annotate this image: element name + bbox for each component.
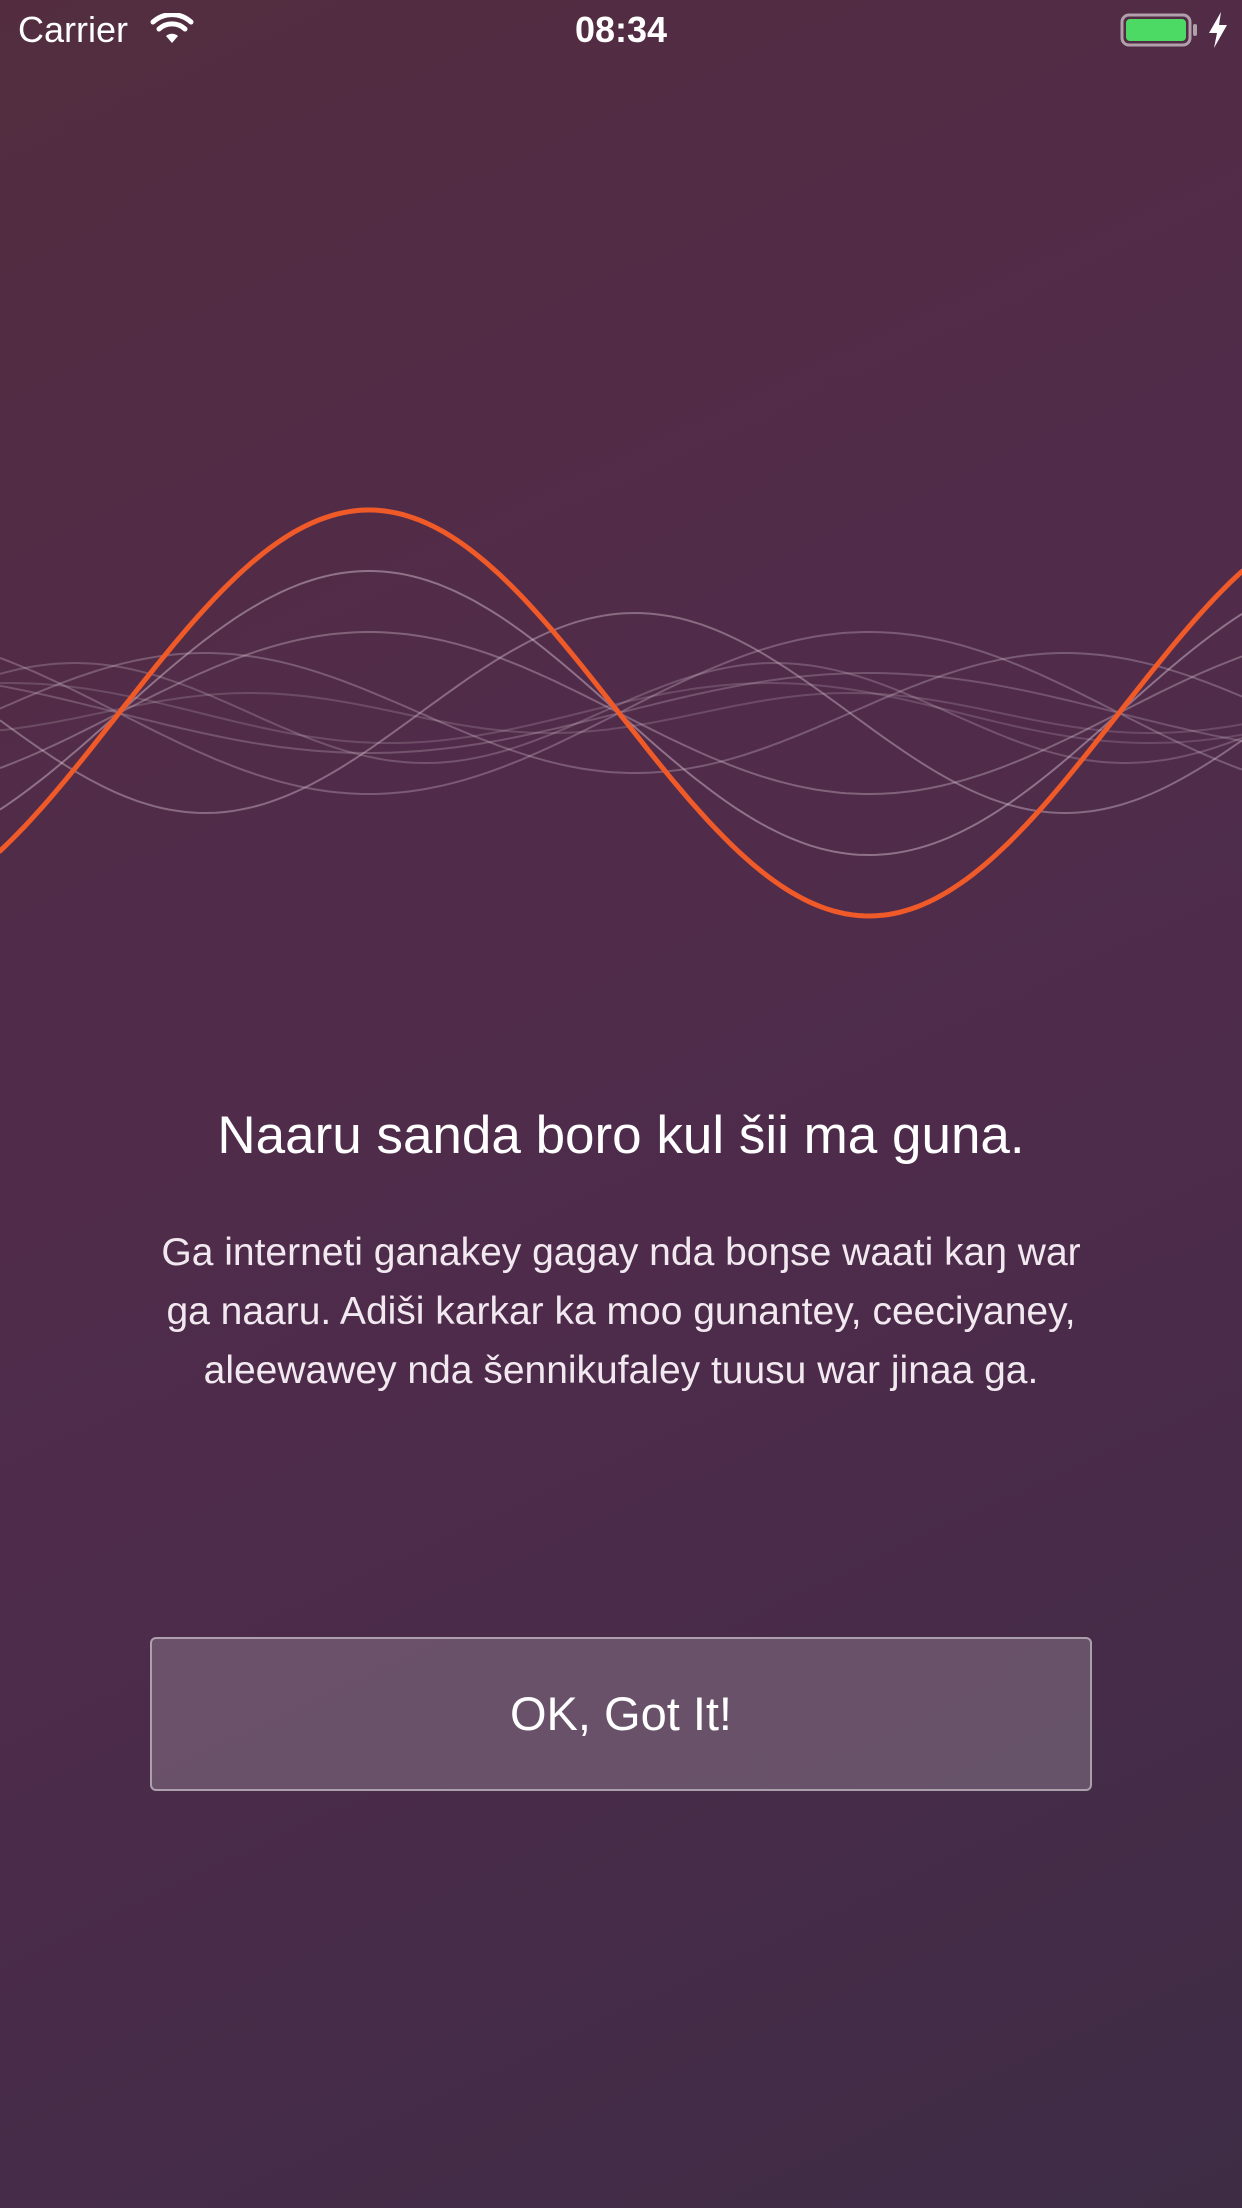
battery-icon — [1120, 13, 1197, 47]
status-bar: Carrier 08:34 — [0, 0, 1242, 62]
waveform-primary-line — [0, 507, 1242, 919]
ok-got-it-button[interactable]: OK, Got It! — [150, 1637, 1092, 1791]
status-time: 08:34 — [574, 9, 668, 50]
lightning-bolt-icon — [1209, 12, 1227, 48]
page-title: Naaru sanda boro kul šii ma guna. — [217, 1106, 1025, 1165]
description-text: Ga interneti ganakey gagay nda boŋse waa… — [161, 1231, 1081, 1392]
sound-waveform — [0, 507, 1242, 919]
